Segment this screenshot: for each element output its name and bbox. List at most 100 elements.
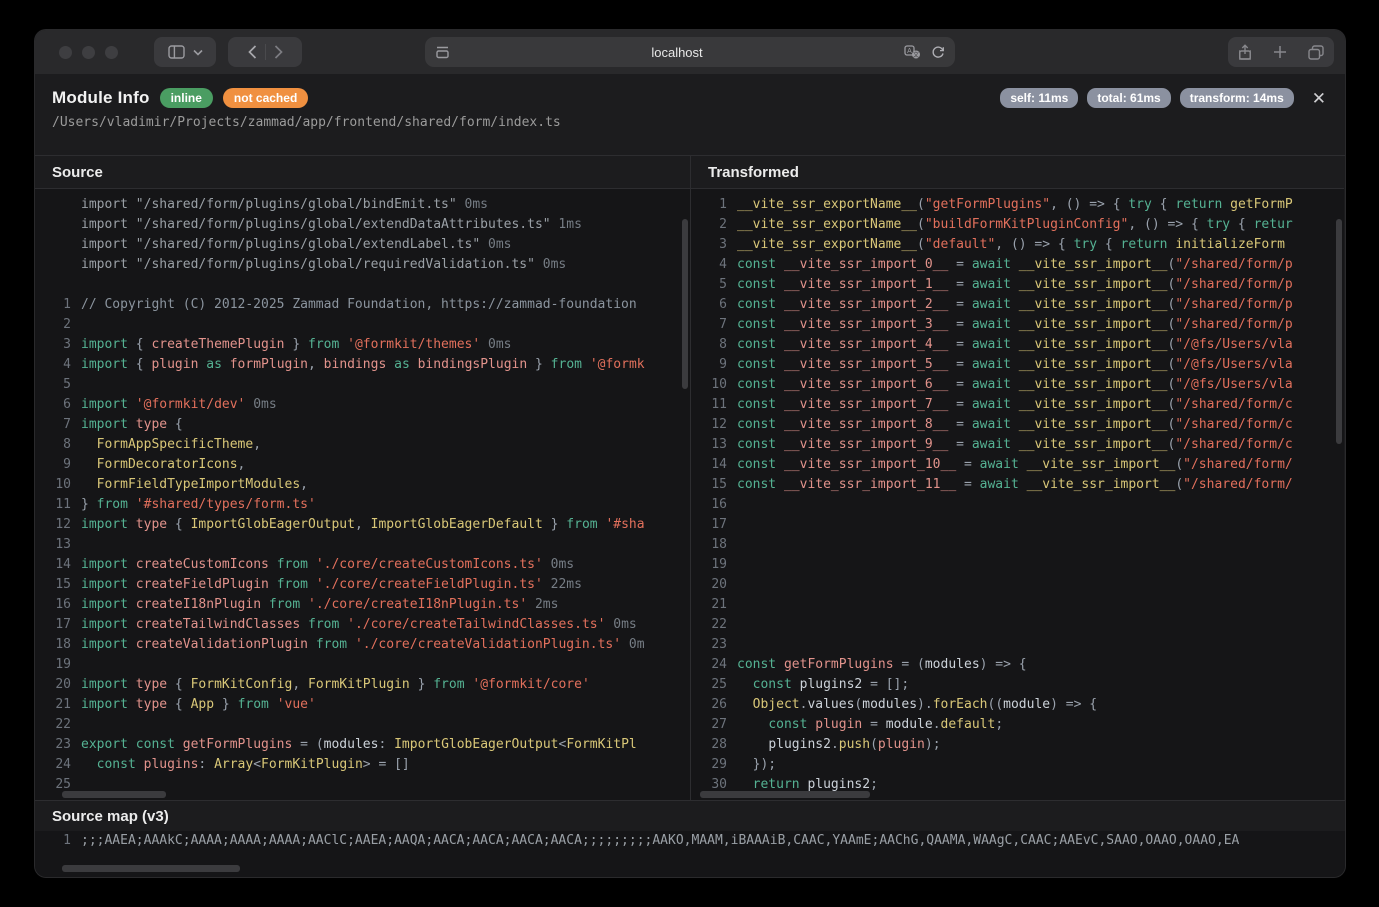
code-line: 19 [691, 555, 1344, 575]
badge-inline: inline [160, 88, 213, 108]
code-line: 18import createValidationPlugin from './… [35, 635, 690, 655]
reload-icon[interactable] [931, 45, 945, 59]
code-line: 29 }); [691, 755, 1344, 775]
transformed-code: 1__vite_ssr_exportName__("getFormPlugins… [691, 195, 1344, 795]
browser-window: localhost A 文 [35, 30, 1345, 877]
code-line: 20 [691, 575, 1344, 595]
code-line: 12import type { ImportGlobEagerOutput, I… [35, 515, 690, 535]
url-bar[interactable]: localhost A 文 [425, 37, 955, 67]
code-line: 7const __vite_ssr_import_3__ = await __v… [691, 315, 1344, 335]
close-icon[interactable]: ✕ [1310, 90, 1328, 107]
timing-badge-transform: transform: 14ms [1180, 88, 1294, 108]
code-line: 21import type { App } from 'vue' [35, 695, 690, 715]
sourcemap-code-area[interactable]: 1;;;AAEA;AAAkC;AAAA;AAAA;AAAA;AAClC;AAEA… [35, 831, 1345, 877]
sourcemap-title: Source map (v3) [35, 801, 1345, 831]
page-title: Module Info [52, 88, 150, 108]
code-line: 2 [35, 315, 690, 335]
nav-buttons [228, 37, 302, 67]
reader-icon[interactable] [435, 46, 450, 59]
share-icon[interactable] [1238, 44, 1252, 61]
url-text: localhost [450, 45, 904, 60]
transformed-panel-title: Transformed [691, 156, 1344, 189]
code-line: 4import { plugin as formPlugin, bindings… [35, 355, 690, 375]
code-line: 18 [691, 535, 1344, 555]
code-line: 20import type { FormKitConfig, FormKitPl… [35, 675, 690, 695]
forward-icon[interactable] [274, 45, 283, 59]
code-line: 10 FormFieldTypeImportModules, [35, 475, 690, 495]
translate-icon[interactable]: A 文 [904, 45, 921, 59]
code-line: 6import '@formkit/dev' 0ms [35, 395, 690, 415]
sourcemap-section: Source map (v3) 1;;;AAEA;AAAkC;AAAA;AAAA… [35, 800, 1345, 877]
code-line: 13 [35, 535, 690, 555]
code-line: import "/shared/form/plugins/global/requ… [35, 255, 690, 275]
code-line: 28 plugins2.push(plugin); [691, 735, 1344, 755]
code-line: 12const __vite_ssr_import_8__ = await __… [691, 415, 1344, 435]
code-line: import "/shared/form/plugins/global/exte… [35, 235, 690, 255]
chevron-down-icon [193, 49, 203, 56]
code-line: 8 FormAppSpecificTheme, [35, 435, 690, 455]
code-line: 22 [35, 715, 690, 735]
code-line: 11} from '#shared/types/form.ts' [35, 495, 690, 515]
window-controls [59, 46, 118, 59]
code-line: 14const __vite_ssr_import_10__ = await _… [691, 455, 1344, 475]
code-line: 16 [691, 495, 1344, 515]
code-line: 7import type { [35, 415, 690, 435]
timing-badge-total: total: 61ms [1087, 88, 1170, 108]
code-line: 24 const plugins: Array<FormKitPlugin> =… [35, 755, 690, 775]
transformed-panel: Transformed 1__vite_ssr_exportName__("ge… [690, 156, 1344, 800]
code-line: 9const __vite_ssr_import_5__ = await __v… [691, 355, 1344, 375]
traffic-light-close[interactable] [59, 46, 72, 59]
nav-divider [265, 44, 266, 60]
traffic-light-minimize[interactable] [82, 46, 95, 59]
code-line: 21 [691, 595, 1344, 615]
code-line: import "/shared/form/plugins/global/bind… [35, 195, 690, 215]
code-line: 1__vite_ssr_exportName__("getFormPlugins… [691, 195, 1344, 215]
code-line: 24const getFormPlugins = (modules) => { [691, 655, 1344, 675]
code-line: 15const __vite_ssr_import_11__ = await _… [691, 475, 1344, 495]
transformed-vertical-scrollbar[interactable] [1336, 219, 1342, 444]
code-line: 1;;;AAEA;AAAkC;AAAA;AAAA;AAAA;AAClC;AAEA… [35, 831, 1345, 851]
code-line: 5const __vite_ssr_import_1__ = await __v… [691, 275, 1344, 295]
traffic-light-zoom[interactable] [105, 46, 118, 59]
code-line: 23 [691, 635, 1344, 655]
code-line: 23export const getFormPlugins = (modules… [35, 735, 690, 755]
code-line: 10const __vite_ssr_import_6__ = await __… [691, 375, 1344, 395]
sidebar-toggle-button[interactable] [154, 37, 216, 67]
code-line [35, 275, 690, 295]
source-panel-title: Source [35, 156, 690, 189]
source-panel: Source import "/shared/form/plugins/glob… [35, 156, 690, 800]
source-code: import "/shared/form/plugins/global/bind… [35, 195, 690, 795]
code-line: 11const __vite_ssr_import_7__ = await __… [691, 395, 1344, 415]
new-tab-icon[interactable] [1273, 45, 1287, 59]
back-icon[interactable] [248, 45, 257, 59]
code-line: 4const __vite_ssr_import_0__ = await __v… [691, 255, 1344, 275]
code-line: 1// Copyright (C) 2012-2025 Zammad Found… [35, 295, 690, 315]
source-vertical-scrollbar[interactable] [682, 219, 688, 389]
code-line: 13const __vite_ssr_import_9__ = await __… [691, 435, 1344, 455]
svg-text:文: 文 [913, 51, 919, 59]
screen: localhost A 文 [0, 0, 1379, 907]
code-line: 15import createFieldPlugin from './core/… [35, 575, 690, 595]
module-file-path: /Users/vladimir/Projects/zammad/app/fron… [52, 115, 1328, 130]
code-line: 16import createI18nPlugin from './core/c… [35, 595, 690, 615]
toolbar-buttons [1228, 37, 1334, 67]
tabs-overview-icon[interactable] [1308, 45, 1324, 60]
source-horizontal-scrollbar[interactable] [62, 791, 166, 798]
sourcemap-horizontal-scrollbar[interactable] [62, 865, 240, 872]
transformed-code-area[interactable]: 1__vite_ssr_exportName__("getFormPlugins… [691, 189, 1344, 800]
code-line: 3import { createThemePlugin } from '@for… [35, 335, 690, 355]
code-line: import "/shared/form/plugins/global/exte… [35, 215, 690, 235]
code-line: 17 [691, 515, 1344, 535]
svg-text:A: A [907, 48, 912, 55]
code-line: 17import createTailwindClasses from './c… [35, 615, 690, 635]
source-code-area[interactable]: import "/shared/form/plugins/global/bind… [35, 189, 690, 800]
code-line: 27 const plugin = module.default; [691, 715, 1344, 735]
transformed-horizontal-scrollbar[interactable] [700, 791, 870, 798]
url-bar-actions: A 文 [904, 45, 945, 59]
code-line: 14import createCustomIcons from './core/… [35, 555, 690, 575]
module-info-header: Module Info inline not cached self: 11ms… [35, 74, 1345, 155]
code-line: 2__vite_ssr_exportName__("buildFormKitPl… [691, 215, 1344, 235]
code-line: 6const __vite_ssr_import_2__ = await __v… [691, 295, 1344, 315]
timing-badge-self: self: 11ms [1000, 88, 1078, 108]
badge-not-cached: not cached [223, 88, 308, 108]
